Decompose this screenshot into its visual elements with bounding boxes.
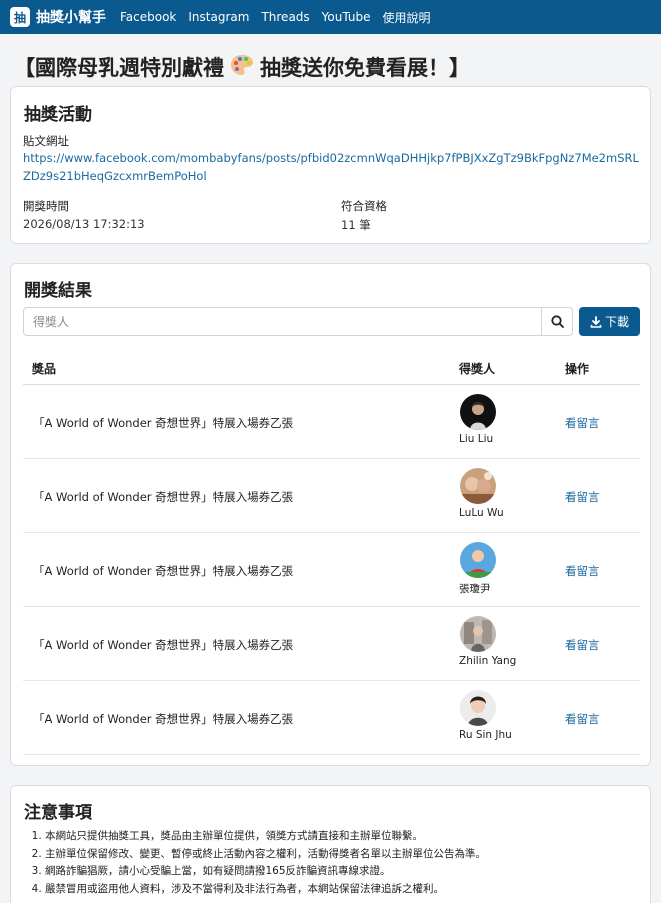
winner-search-input[interactable] [24, 308, 541, 335]
table-row: 「A World of Wonder 奇想世界」特展入場券乙張 張瓊尹 看留言 [23, 533, 640, 607]
notes-heading: 注意事項 [24, 803, 92, 823]
table-row: 「A World of Wonder 奇想世界」特展入場券乙張 LuLu Wu … [23, 459, 640, 533]
winner-name: 張瓊尹 [459, 583, 491, 595]
activity-heading: 抽獎活動 [24, 105, 92, 125]
nav-link-help[interactable]: 使用說明 [382, 9, 430, 26]
brand-link[interactable]: 抽 抽獎小幫手 [10, 7, 106, 27]
search-icon [550, 315, 564, 328]
nav-link-facebook[interactable]: Facebook [120, 10, 176, 24]
nav-link-youtube[interactable]: YouTube [322, 10, 371, 24]
notes-card: 注意事項 本網站只提供抽獎工具，獎品由主辦單位提供，領獎方式請直接和主辦單位聯繫… [10, 785, 651, 903]
eligible-count: 11 筆 [341, 218, 371, 232]
view-comment-link[interactable]: 看留言 [565, 563, 600, 579]
download-button[interactable]: 下載 [579, 307, 640, 336]
col-action: 操作 [565, 362, 590, 376]
page-title-right: 抽獎送你免費看展！】 [260, 56, 470, 80]
results-table-header: 獎品 得獎人 操作 [23, 350, 640, 385]
note-item: 主辦單位保留修改、變更、暫停或終止活動內容之權利，活動得獎者名單以主辦單位公告為… [45, 846, 486, 864]
draw-time-value: 2026/08/13 17:32:13 [23, 217, 145, 231]
activity-card: 抽獎活動 貼文網址 https://www.facebook.com/momba… [10, 86, 651, 244]
table-row: 「A World of Wonder 奇想世界」特展入場券乙張 Ru Sin J… [23, 681, 640, 755]
note-item: 網路詐騙猖厥，請小心受騙上當，如有疑問請撥165反詐騙資訊專線求證。 [45, 863, 486, 881]
prize-cell: 「A World of Wonder 奇想世界」特展入場券乙張 [33, 416, 294, 430]
download-label: 下載 [604, 315, 629, 329]
note-item: 本網站只提供抽獎工具，獎品由主辦單位提供，領獎方式請直接和主辦單位聯繫。 [45, 828, 486, 846]
download-icon [590, 315, 602, 328]
table-row: 「A World of Wonder 奇想世界」特展入場券乙張 Zhilin Y… [23, 607, 640, 681]
col-winner: 得獎人 [459, 362, 496, 376]
table-row: 「A World of Wonder 奇想世界」特展入場券乙張 Liu Liu … [23, 385, 640, 459]
top-navbar: 抽 抽獎小幫手 Facebook Instagram Threads YouTu… [0, 0, 661, 34]
avatar [460, 616, 496, 652]
nav-link-threads[interactable]: Threads [261, 10, 309, 24]
draw-time-label: 開獎時間 [23, 199, 69, 213]
view-comment-link[interactable]: 看留言 [565, 711, 600, 727]
post-url-label: 貼文網址 [23, 134, 69, 148]
page-title: 【國際母乳週特別獻禮 抽獎送你免費看展！】 [14, 52, 470, 82]
note-item: 嚴禁冒用或盜用他人資料，涉及不當得利及非法行為者，本網站保留法律追訴之權利。 [45, 881, 486, 899]
eligible-label: 符合資格 [341, 199, 387, 213]
prize-cell: 「A World of Wonder 奇想世界」特展入場券乙張 [33, 638, 294, 652]
avatar [460, 542, 496, 578]
page-title-left: 【國際母乳週特別獻禮 [14, 56, 224, 80]
winner-name: Zhilin Yang [459, 655, 517, 667]
prize-cell: 「A World of Wonder 奇想世界」特展入場券乙張 [33, 490, 294, 504]
artist-palette-icon [230, 54, 254, 81]
search-box [23, 307, 573, 336]
view-comment-link[interactable]: 看留言 [565, 637, 600, 653]
avatar [460, 468, 496, 504]
prize-cell: 「A World of Wonder 奇想世界」特展入場券乙張 [33, 712, 294, 726]
results-card: 開獎結果 下載 獎品 得獎人 操作 「A World of Wonder 奇想世… [10, 263, 651, 766]
view-comment-link[interactable]: 看留言 [565, 489, 600, 505]
results-heading: 開獎結果 [24, 281, 92, 301]
post-url-link[interactable]: https://www.facebook.com/mombabyfans/pos… [23, 149, 641, 185]
brand-name: 抽獎小幫手 [36, 10, 106, 26]
nav-link-instagram[interactable]: Instagram [188, 10, 249, 24]
avatar [460, 394, 496, 430]
view-comment-link[interactable]: 看留言 [565, 415, 600, 431]
notes-list: 本網站只提供抽獎工具，獎品由主辦單位提供，領獎方式請直接和主辦單位聯繫。 主辦單… [35, 828, 486, 898]
search-button[interactable] [541, 308, 572, 335]
winner-name: Ru Sin Jhu [459, 729, 512, 741]
brand-logo-icon: 抽 [10, 7, 30, 27]
col-prize: 獎品 [32, 362, 57, 376]
avatar [460, 690, 496, 726]
winner-name: LuLu Wu [459, 507, 504, 519]
winner-name: Liu Liu [459, 433, 494, 445]
prize-cell: 「A World of Wonder 奇想世界」特展入場券乙張 [33, 564, 294, 578]
